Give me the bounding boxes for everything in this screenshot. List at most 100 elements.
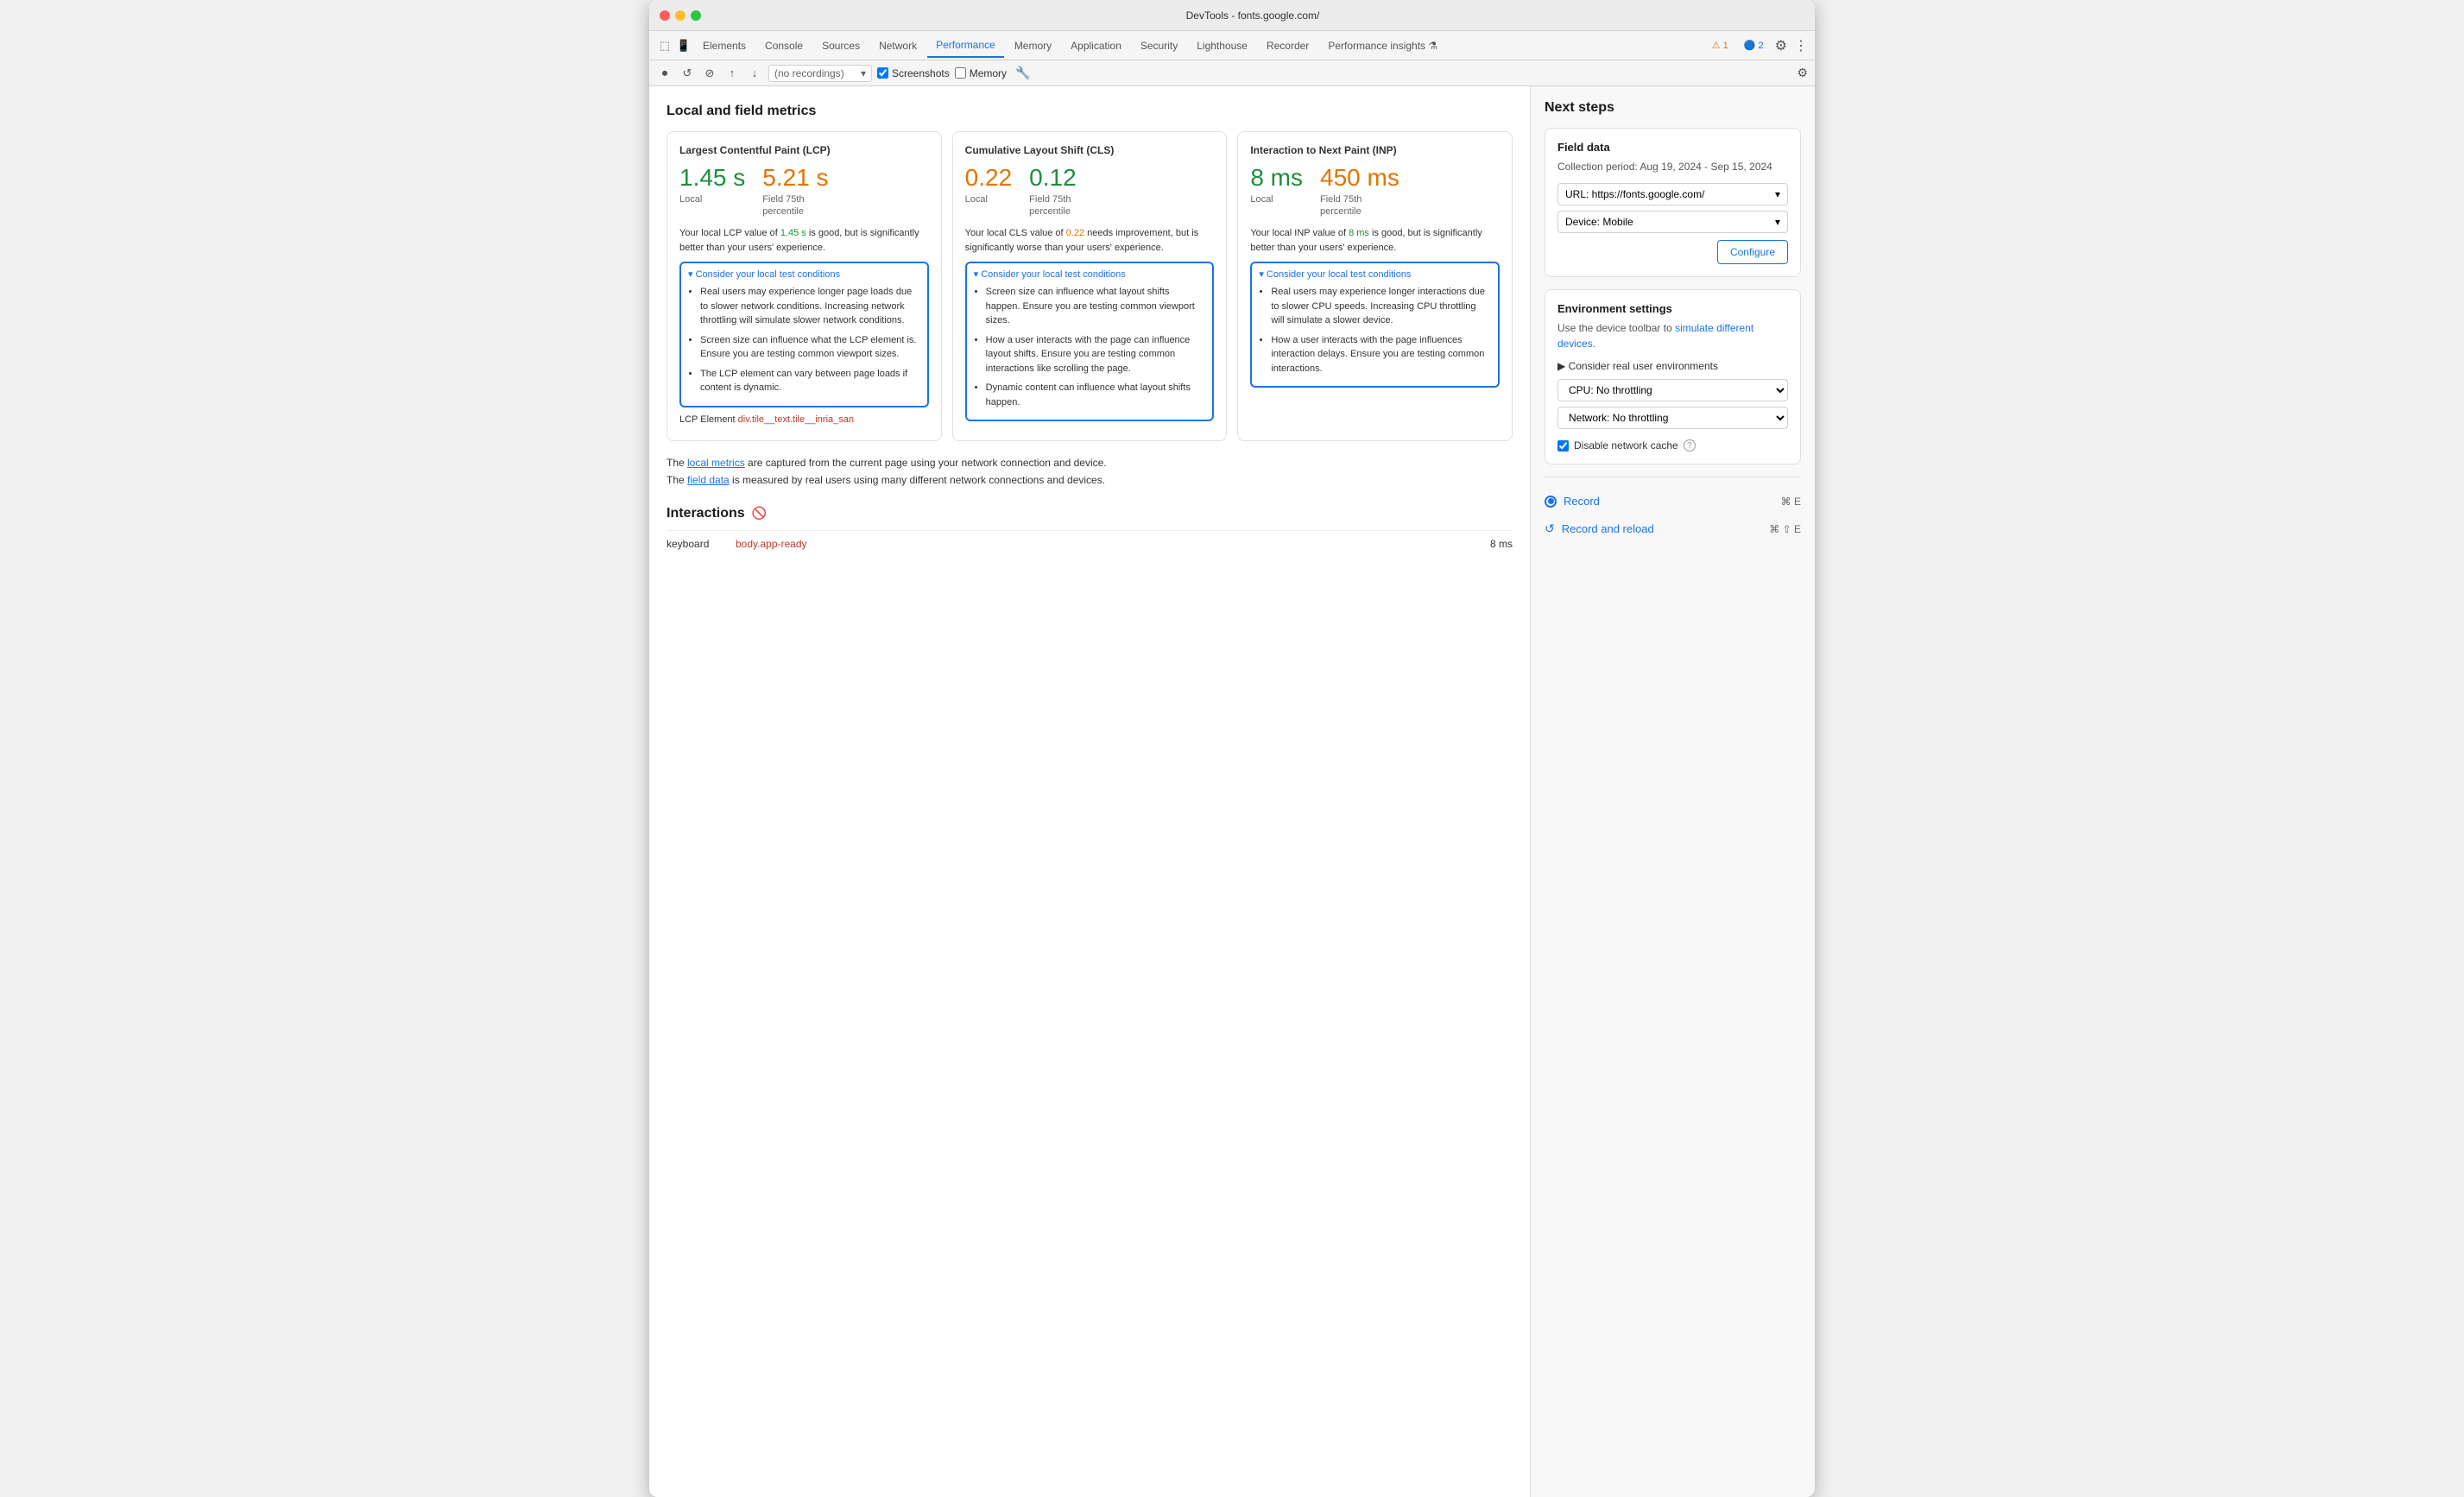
disable-cache-row: Disable network cache ? <box>1557 439 1788 452</box>
section-title: Local and field metrics <box>667 104 1513 119</box>
clear-button[interactable]: ⊘ <box>701 65 718 82</box>
field-data-card: Field data Collection period: Aug 19, 20… <box>1545 128 1801 277</box>
cls-consider-item-1: Screen size can influence what layout sh… <box>986 285 1206 328</box>
lcp-title: Largest Contentful Paint (LCP) <box>679 144 929 156</box>
help-icon[interactable]: ? <box>1684 439 1696 452</box>
sidebar: Next steps Field data Collection period:… <box>1530 86 1815 1497</box>
cpu-throttling-dropdown[interactable]: CPU: No throttling <box>1557 379 1788 401</box>
cls-consider-box[interactable]: ▾ Consider your local test conditions Sc… <box>965 262 1215 421</box>
recording-dropdown[interactable]: (no recordings) ▾ <box>768 65 872 82</box>
inp-field-value: 450 ms <box>1320 165 1399 192</box>
lcp-field-label: Field 75thpercentile <box>762 193 828 218</box>
lcp-element: LCP Element div.tile__text.tile__inria_s… <box>679 414 929 425</box>
lcp-consider-box[interactable]: ▾ Consider your local test conditions Re… <box>679 262 929 407</box>
device-value: Device: Mobile <box>1565 216 1633 228</box>
maximize-button[interactable] <box>691 10 701 21</box>
record-reload-shortcut: ⌘ ⇧ E <box>1769 523 1801 535</box>
lcp-consider-title[interactable]: ▾ Consider your local test conditions <box>688 268 920 280</box>
info-badge[interactable]: 🔵 2 <box>1740 38 1768 53</box>
record-shortcut: ⌘ E <box>1781 496 1801 508</box>
inp-title: Interaction to Next Paint (INP) <box>1250 144 1500 156</box>
close-button[interactable] <box>660 10 670 21</box>
url-dropdown[interactable]: URL: https://fonts.google.com/ ▾ <box>1557 183 1788 205</box>
cls-title: Cumulative Layout Shift (CLS) <box>965 144 1215 156</box>
lcp-card: Largest Contentful Paint (LCP) 1.45 s Lo… <box>667 131 942 441</box>
tab-sources[interactable]: Sources <box>813 35 869 57</box>
interaction-time: 8 ms <box>1490 538 1513 550</box>
lcp-consider-item-1: Real users may experience longer page lo… <box>700 285 920 328</box>
device-icon[interactable]: 📱 <box>675 37 692 54</box>
minimize-button[interactable] <box>675 10 685 21</box>
sidebar-title: Next steps <box>1545 100 1801 116</box>
tab-memory[interactable]: Memory <box>1006 35 1060 57</box>
tab-console[interactable]: Console <box>756 35 812 57</box>
lcp-local-value: 1.45 s <box>679 165 745 192</box>
interactions-header: Interactions 🚫 <box>667 506 1513 521</box>
tab-lighthouse[interactable]: Lighthouse <box>1188 35 1256 57</box>
titlebar: DevTools - fonts.google.com/ <box>649 0 1815 31</box>
consider-real-environments[interactable]: ▶ Consider real user environments <box>1557 360 1788 372</box>
record-reload-row[interactable]: ↺ Record and reload ⌘ ⇧ E <box>1545 515 1801 543</box>
simulate-devices-link[interactable]: simulate different devices <box>1557 322 1753 350</box>
inp-consider-item-1: Real users may experience longer interac… <box>1271 285 1491 328</box>
record-button[interactable]: ⏺ <box>656 65 673 82</box>
recording-value: (no recordings) <box>774 67 844 79</box>
block-icon: 🚫 <box>752 506 767 521</box>
toolbar-settings-icon[interactable]: ⚙ <box>1797 66 1808 80</box>
interactions-title: Interactions <box>667 506 745 521</box>
disable-cache-checkbox[interactable] <box>1557 440 1569 452</box>
field-data-link[interactable]: field data <box>687 474 730 486</box>
upload-button[interactable]: ↑ <box>723 65 741 82</box>
device-dropdown-arrow: ▾ <box>1775 216 1780 228</box>
interaction-element[interactable]: body.app-ready <box>736 538 1490 550</box>
tab-elements[interactable]: Elements <box>694 35 755 57</box>
tab-performance[interactable]: Performance <box>927 34 1004 58</box>
cls-card: Cumulative Layout Shift (CLS) 0.22 Local… <box>952 131 1228 441</box>
inspector-icon[interactable]: ⬚ <box>656 37 673 54</box>
configure-button[interactable]: Configure <box>1717 240 1788 264</box>
tab-application[interactable]: Application <box>1062 35 1130 57</box>
record-reload-text: Record and reload <box>1562 522 1654 535</box>
memory-checkbox[interactable]: Memory <box>955 67 1007 79</box>
url-value: URL: https://fonts.google.com/ <box>1565 188 1704 200</box>
inp-field-label: Field 75thpercentile <box>1320 193 1399 218</box>
metrics-grid: Largest Contentful Paint (LCP) 1.45 s Lo… <box>667 131 1513 441</box>
window-title: DevTools - fonts.google.com/ <box>701 9 1804 22</box>
more-icon[interactable]: ⋮ <box>1794 37 1808 54</box>
screenshots-checkbox[interactable]: Screenshots <box>877 67 950 79</box>
main-layout: Local and field metrics Largest Contentf… <box>649 86 1815 1497</box>
tab-performance-insights[interactable]: Performance insights ⚗ <box>1319 35 1446 57</box>
lcp-local-block: 1.45 s Local <box>679 165 745 205</box>
lcp-description: Your local LCP value of 1.45 s is good, … <box>679 226 929 255</box>
device-dropdown[interactable]: Device: Mobile ▾ <box>1557 211 1788 233</box>
interaction-name: keyboard <box>667 538 736 550</box>
settings-icon[interactable]: ⚙ <box>1775 37 1787 54</box>
inp-consider-box[interactable]: ▾ Consider your local test conditions Re… <box>1250 262 1500 388</box>
tab-recorder[interactable]: Recorder <box>1258 35 1317 57</box>
interaction-row: keyboard body.app-ready 8 ms <box>667 530 1513 557</box>
inp-card: Interaction to Next Paint (INP) 8 ms Loc… <box>1237 131 1513 441</box>
inp-consider-item-2: How a user interacts with the page influ… <box>1271 333 1491 376</box>
warning-badge[interactable]: ⚠ 1 <box>1708 38 1733 53</box>
local-metrics-link[interactable]: local metrics <box>687 457 745 469</box>
cpu-throttle-icon[interactable]: 🔧 <box>1015 66 1030 80</box>
lcp-field-value: 5.21 s <box>762 165 828 192</box>
record-row[interactable]: Record ⌘ E <box>1545 488 1801 515</box>
record-label: Record <box>1545 495 1600 508</box>
cls-consider-title[interactable]: ▾ Consider your local test conditions <box>974 268 1206 280</box>
tab-network[interactable]: Network <box>870 35 926 57</box>
download-button[interactable]: ↓ <box>746 65 763 82</box>
inp-consider-title[interactable]: ▾ Consider your local test conditions <box>1259 268 1491 280</box>
cls-values: 0.22 Local 0.12 Field 75thpercentile <box>965 165 1215 218</box>
record-icon <box>1545 496 1557 508</box>
collection-period: Collection period: Aug 19, 2024 - Sep 15… <box>1557 159 1788 174</box>
disable-cache-label: Disable network cache <box>1574 439 1678 452</box>
inp-field-block: 450 ms Field 75thpercentile <box>1320 165 1399 218</box>
tab-security[interactable]: Security <box>1132 35 1186 57</box>
network-throttling-dropdown[interactable]: Network: No throttling <box>1557 407 1788 429</box>
interactions-section: Interactions 🚫 keyboard body.app-ready 8… <box>667 506 1513 557</box>
refresh-button[interactable]: ↺ <box>679 65 696 82</box>
lcp-element-value: div.tile__text.tile__inria_san <box>738 414 854 425</box>
lcp-local-label: Local <box>679 193 745 205</box>
reload-icon: ↺ <box>1545 521 1555 536</box>
